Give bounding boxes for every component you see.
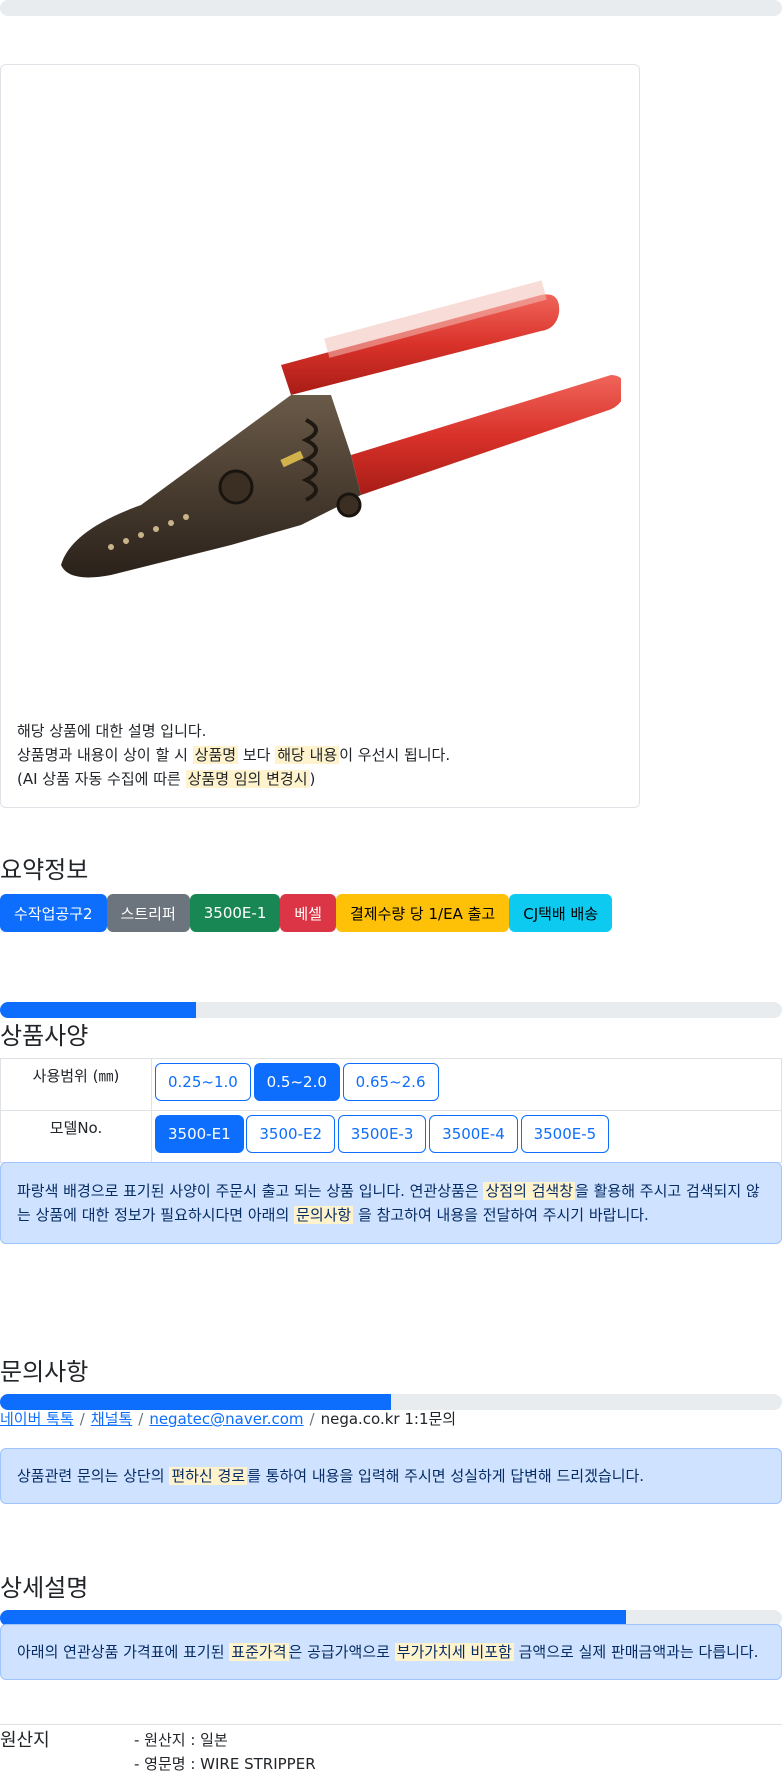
email-link[interactable]: negatec@naver.com — [149, 1410, 303, 1428]
highlight-inquiry: 문의사항 — [294, 1206, 354, 1224]
option-range-2[interactable]: 0.65~2.6 — [342, 1063, 439, 1101]
summary-title: 요약정보 — [0, 856, 89, 884]
inquiry-title: 문의사항 — [0, 1358, 89, 1386]
highlight-rename: 상품명 임의 변경시 — [185, 770, 310, 788]
badge-type: 스트리퍼 — [106, 894, 190, 932]
origin-item: - 영문명 : WIRE STRIPPER — [134, 1755, 316, 1773]
wire-stripper-image — [61, 280, 621, 578]
origin-divider — [0, 1724, 782, 1725]
specs-progress-bar — [0, 1002, 782, 1018]
option-range-0[interactable]: 0.25~1.0 — [155, 1063, 251, 1101]
site-inquiry-text: nega.co.kr 1:1문의 — [320, 1410, 457, 1428]
spec-options-range: 0.25~1.0 0.5~2.0 0.65~2.6 — [151, 1058, 782, 1111]
contact-links: 네이버 톡톡 / 채널톡 / negatec@naver.com / nega.co.kr … — [0, 1408, 456, 1429]
highlight-vat: 부가가치세 비포함 — [394, 1643, 514, 1661]
origin-label: 원산지 — [0, 1730, 50, 1751]
summary-badges: 수작업공구2 스트리퍼 3500E-1 베셀 결제수량 당 1/EA 출고 CJ… — [0, 894, 613, 932]
origin-list: - 원산지 : 일본 - 영문명 : WIRE STRIPPER — [134, 1728, 316, 1775]
spec-row-range: 사용범위 (㎜) 0.25~1.0 0.5~2.0 0.65~2.6 — [0, 1058, 782, 1111]
badge-brand: 베셀 — [280, 894, 336, 932]
option-model-3[interactable]: 3500E-4 — [429, 1115, 518, 1153]
separator: / — [309, 1410, 315, 1428]
option-model-4[interactable]: 3500E-5 — [520, 1115, 610, 1153]
naver-talk-link[interactable]: 네이버 톡톡 — [0, 1410, 74, 1428]
product-description: 해당 상품에 대한 설명 입니다. 상품명과 내용이 상이 할 시 상품명 보다… — [17, 719, 450, 791]
badge-quantity: 결제수량 당 1/EA 출고 — [335, 894, 510, 932]
channel-talk-link[interactable]: 채널톡 — [91, 1410, 132, 1428]
product-card: 해당 상품에 대한 설명 입니다. 상품명과 내용이 상이 할 시 상품명 보다… — [0, 64, 640, 808]
badge-model: 3500E-1 — [189, 894, 281, 932]
highlight-content: 해당 내용 — [275, 746, 340, 764]
specs-notice: 파랑색 배경으로 표기된 사양이 주문시 출고 되는 상품 입니다. 연관상품은… — [0, 1162, 782, 1244]
spec-label-model: 모델No. — [0, 1110, 152, 1163]
highlight-product-name: 상품명 — [192, 746, 239, 764]
highlight-route: 편하신 경로 — [169, 1467, 248, 1485]
spec-row-model: 모델No. 3500-E1 3500-E2 3500E-3 3500E-4 35… — [0, 1110, 782, 1163]
spec-options-model: 3500-E1 3500-E2 3500E-3 3500E-4 3500E-5 — [151, 1110, 782, 1163]
details-title: 상세설명 — [0, 1574, 89, 1602]
inquiry-notice: 상품관련 문의는 상단의 편하신 경로 를 통하여 내용을 입력해 주시면 성실하… — [0, 1448, 782, 1504]
details-notice: 아래의 연관상품 가격표에 표기된 표준가격 은 공급가액으로 부가가치세 비포함… — [0, 1624, 782, 1680]
description-line-3: (AI 상품 자동 수집에 따른 상품명 임의 변경시) — [17, 770, 316, 788]
separator: / — [138, 1410, 144, 1428]
option-model-1[interactable]: 3500-E2 — [246, 1115, 335, 1153]
highlight-standard-price: 표준가격 — [229, 1643, 289, 1661]
description-line-1: 해당 상품에 대한 설명 입니다. — [17, 722, 207, 740]
badge-category: 수작업공구2 — [0, 894, 107, 932]
spec-label-range: 사용범위 (㎜) — [0, 1058, 152, 1111]
top-progress-bar — [0, 0, 782, 16]
option-model-2[interactable]: 3500E-3 — [337, 1115, 427, 1153]
highlight-search: 상점의 검색창 — [483, 1182, 576, 1200]
specs-table: 사용범위 (㎜) 0.25~1.0 0.5~2.0 0.65~2.6 모델No.… — [0, 1058, 782, 1163]
option-model-0[interactable]: 3500-E1 — [155, 1115, 244, 1153]
origin-item: - 원산지 : 일본 — [134, 1731, 228, 1749]
separator: / — [79, 1410, 85, 1428]
option-range-1[interactable]: 0.5~2.0 — [253, 1063, 340, 1101]
description-line-2: 상품명과 내용이 상이 할 시 상품명 보다 해당 내용 이 우선시 됩니다. — [17, 746, 451, 764]
specs-title: 상품사양 — [0, 1022, 89, 1050]
badge-shipping: CJ택배 배송 — [509, 894, 613, 932]
